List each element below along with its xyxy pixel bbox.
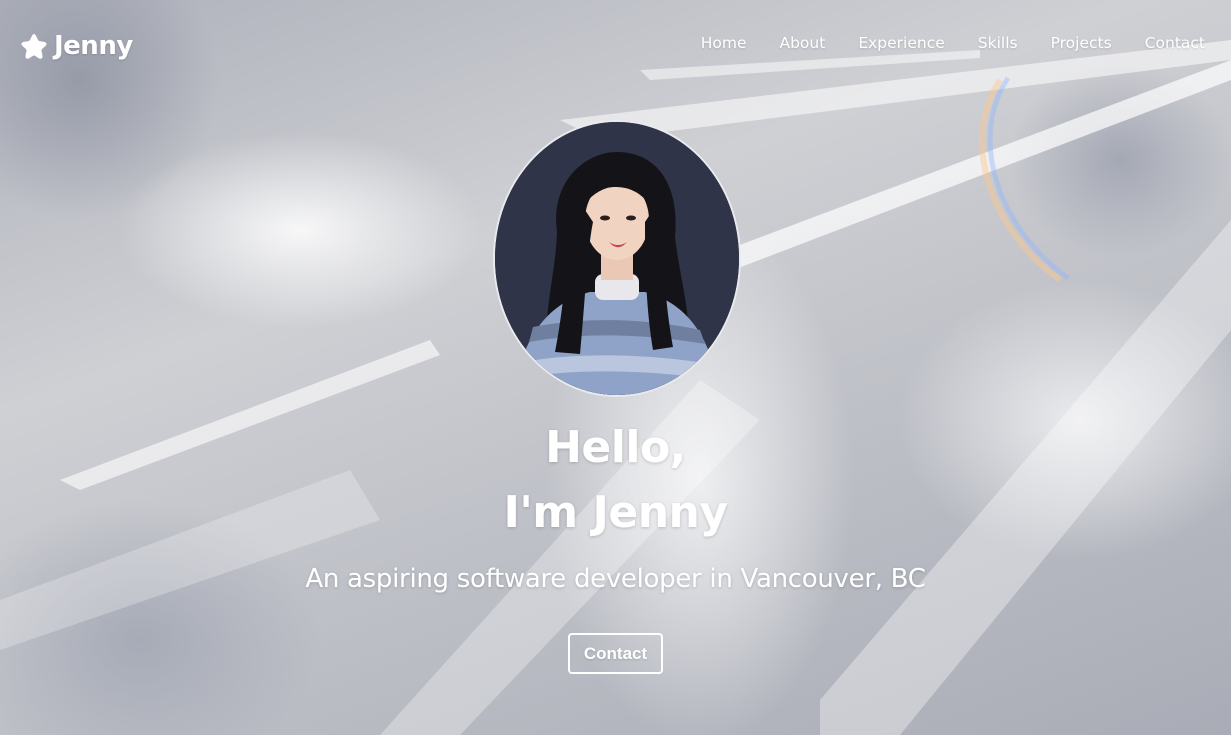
hero-greeting-line2: I'm Jenny	[503, 487, 728, 538]
hero-greeting-line1: Hello,	[545, 422, 686, 473]
nav-skills[interactable]: Skills	[978, 34, 1018, 52]
contact-button[interactable]: Contact	[568, 633, 663, 674]
brand-name: Jenny	[54, 31, 133, 61]
nav-contact[interactable]: Contact	[1145, 34, 1205, 52]
hero-tagline: An aspiring software developer in Vancou…	[305, 564, 926, 594]
nav-projects[interactable]: Projects	[1051, 34, 1112, 52]
nav-home[interactable]: Home	[701, 34, 747, 52]
nav-links: Home About Experience Skills Projects Co…	[668, 34, 1205, 52]
top-navbar: Jenny Home About Experience Skills Proje…	[0, 0, 1231, 92]
nav-experience[interactable]: Experience	[858, 34, 944, 52]
brand[interactable]: Jenny	[19, 28, 133, 64]
profile-photo	[493, 120, 741, 397]
flower-star-icon	[21, 34, 47, 59]
nav-about[interactable]: About	[779, 34, 825, 52]
